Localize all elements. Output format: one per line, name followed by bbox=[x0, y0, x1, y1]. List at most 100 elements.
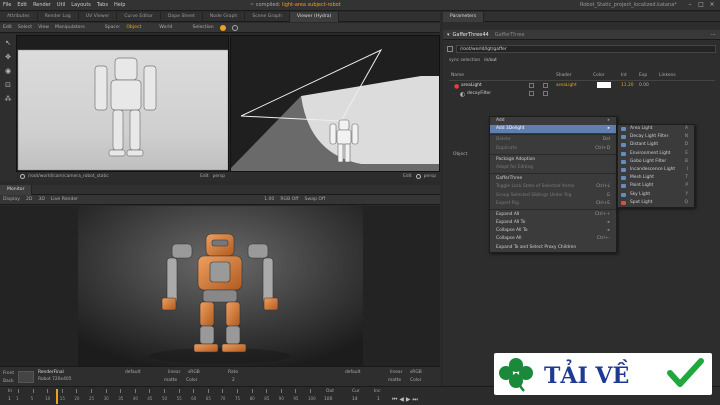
timeline-cur-value[interactable]: 14 bbox=[352, 397, 358, 402]
context-menu-item[interactable]: Collapse All To ▸ bbox=[490, 227, 616, 235]
submenu-item-gobo-light-filter[interactable]: Gobo Light Filter B bbox=[618, 158, 694, 166]
monitor-3d-button[interactable]: 3D bbox=[38, 197, 44, 202]
col-shader[interactable]: Shader bbox=[556, 73, 572, 78]
scale-tool-icon[interactable]: ⊡ bbox=[3, 80, 13, 90]
menu-help[interactable]: Help bbox=[114, 2, 125, 8]
selection-mode-icon[interactable] bbox=[231, 24, 238, 31]
default-dropdown-2[interactable]: default bbox=[345, 370, 360, 375]
row-solo-checkbox[interactable] bbox=[543, 83, 548, 88]
camera-radio-icon[interactable] bbox=[20, 174, 25, 179]
monitor-rgb[interactable]: RGB Off bbox=[280, 197, 298, 202]
col-int[interactable]: Int bbox=[621, 73, 627, 78]
viewport-camera[interactable] bbox=[16, 35, 229, 172]
context-menu-item[interactable]: Add ▸ bbox=[490, 117, 616, 125]
context-menu-item[interactable]: Add 3Delight ▸ bbox=[490, 125, 616, 134]
timeline-in-value[interactable]: 1 bbox=[8, 397, 11, 402]
space-object-button[interactable]: Object bbox=[126, 25, 141, 30]
context-menu-item[interactable]: Collapse All Ctrl+- bbox=[490, 235, 616, 243]
color-dropdown-2[interactable]: Color bbox=[410, 378, 421, 383]
matte-dropdown[interactable]: matte bbox=[164, 378, 177, 383]
menu-edit[interactable]: Edit bbox=[17, 2, 27, 8]
tab-node-graph[interactable]: Node Graph bbox=[203, 11, 246, 22]
viewer-menu-manipulators[interactable]: Manipulators bbox=[55, 25, 85, 30]
camera-edit-button[interactable]: Edit bbox=[200, 174, 209, 179]
minimize-icon[interactable]: – bbox=[686, 1, 694, 9]
row-mute-checkbox[interactable] bbox=[529, 83, 534, 88]
monitor-swap[interactable]: Swap Off bbox=[304, 197, 325, 202]
space-world-button[interactable]: World bbox=[159, 25, 172, 30]
color-dropdown[interactable]: Color bbox=[186, 378, 197, 383]
submenu-item-environment-light[interactable]: Environment Light E bbox=[618, 150, 694, 158]
submenu-item-area-light[interactable]: Area Light A bbox=[618, 125, 694, 133]
menu-util[interactable]: Util bbox=[57, 2, 65, 8]
path-icon[interactable] bbox=[447, 46, 453, 52]
linear-dropdown-2[interactable]: linear bbox=[390, 370, 402, 375]
tab-dope-sheet[interactable]: Dope Sheet bbox=[161, 11, 203, 22]
tab-uv-viewer[interactable]: UV Viewer bbox=[79, 11, 118, 22]
close-icon[interactable]: × bbox=[708, 1, 716, 9]
default-dropdown[interactable]: default bbox=[125, 370, 140, 375]
submenu-item-distant-light[interactable]: Distant Light D bbox=[618, 141, 694, 149]
node-options-icon[interactable]: ⋯ bbox=[711, 32, 716, 38]
viewer-menu-edit[interactable]: Edit bbox=[3, 25, 12, 30]
row-mute-checkbox[interactable] bbox=[529, 91, 534, 96]
timeline-playhead[interactable] bbox=[56, 389, 59, 404]
timeline-out-value[interactable]: 100 bbox=[324, 397, 332, 402]
monitor-live-render-button[interactable]: Live Render bbox=[51, 197, 78, 202]
context-menu-item[interactable]: GafferThree bbox=[490, 175, 616, 183]
select-tool-icon[interactable]: ↖ bbox=[3, 38, 13, 48]
viewer-menu-select[interactable]: Select bbox=[18, 25, 32, 30]
maximize-icon[interactable]: □ bbox=[697, 1, 705, 9]
tab-render-log[interactable]: Render Log bbox=[38, 11, 79, 22]
menu-tabs[interactable]: Tabs bbox=[97, 2, 108, 8]
submenu-item-decay-light-filter[interactable]: Decay Light Filter N bbox=[618, 133, 694, 141]
context-menu-item[interactable]: Expand All To ▸ bbox=[490, 219, 616, 227]
persp-label[interactable]: persp bbox=[424, 174, 436, 179]
table-row[interactable]: ● areaLight areaLight 11.20 0.00 bbox=[449, 82, 715, 90]
monitor-display-menu[interactable]: Display bbox=[3, 197, 20, 202]
persp-radio-icon[interactable] bbox=[415, 174, 421, 179]
matte-dropdown-2[interactable]: matte bbox=[388, 378, 401, 383]
row-exp[interactable]: 0.00 bbox=[639, 83, 649, 88]
sync-value[interactable]: in/out bbox=[484, 58, 497, 63]
tab-attributes[interactable]: Attributes bbox=[0, 11, 38, 22]
timeline-scrubber[interactable]: 1 5 10 15 20 25 30 35 40 45 50 55 60 65 70 75 80 85 90 95 10… bbox=[16, 389, 318, 404]
table-row[interactable]: ◐ decayFilter bbox=[449, 90, 715, 98]
srgb-dropdown-2[interactable]: sRGB bbox=[410, 370, 422, 375]
collapse-arrow-icon[interactable]: ▾ bbox=[447, 32, 450, 38]
menu-file[interactable]: File bbox=[3, 2, 11, 8]
menu-render[interactable]: Render bbox=[33, 2, 51, 8]
object-tab[interactable]: Object bbox=[453, 152, 467, 157]
light-tool-icon[interactable]: ⁂ bbox=[3, 94, 13, 104]
persp-edit-button[interactable]: Edit bbox=[403, 174, 412, 179]
col-linkens[interactable]: Linkens bbox=[659, 73, 676, 78]
submenu-item-incandescence-light[interactable]: Incandescence Light I bbox=[618, 166, 694, 174]
tab-monitor[interactable]: Monitor bbox=[0, 184, 33, 195]
srgb-dropdown[interactable]: sRGB bbox=[188, 370, 200, 375]
camera-persp-label[interactable]: persp bbox=[213, 174, 225, 179]
translate-tool-icon[interactable]: ✥ bbox=[3, 52, 13, 62]
submenu-item-mesh-light[interactable]: Mesh Light T bbox=[618, 174, 694, 182]
submenu-item-point-light[interactable]: Point Light P bbox=[618, 182, 694, 190]
context-menu-item[interactable]: Expand All Ctrl++ bbox=[490, 211, 616, 219]
selection-toggle-icon[interactable] bbox=[219, 24, 226, 31]
timeline-inc-value[interactable]: 1 bbox=[377, 397, 380, 402]
menu-layouts[interactable]: Layouts bbox=[71, 2, 91, 8]
rotate-tool-icon[interactable]: ◉ bbox=[3, 66, 13, 76]
render-thumbnail[interactable] bbox=[18, 371, 34, 383]
context-menu-item[interactable]: Package Adoption bbox=[490, 156, 616, 164]
row-int[interactable]: 11.20 bbox=[621, 83, 634, 88]
col-name[interactable]: Name bbox=[451, 73, 464, 78]
viewer-menu-view[interactable]: View bbox=[38, 25, 49, 30]
monitor-area[interactable] bbox=[0, 206, 440, 366]
tab-curve-editor[interactable]: Curve Editor bbox=[117, 11, 161, 22]
col-exp[interactable]: Exp bbox=[639, 73, 647, 78]
row-color-swatch[interactable] bbox=[597, 82, 611, 88]
tab-viewer-hydra[interactable]: Viewer (Hydra) bbox=[289, 11, 340, 22]
col-color[interactable]: Color bbox=[593, 73, 604, 78]
monitor-zoom[interactable]: 1.00 bbox=[264, 197, 274, 202]
node-name[interactable]: GafferThree44 bbox=[453, 32, 489, 38]
tab-scene-graph[interactable]: Scene Graph bbox=[245, 11, 290, 22]
monitor-2d-button[interactable]: 2D bbox=[26, 197, 32, 202]
linear-dropdown[interactable]: linear bbox=[168, 370, 180, 375]
